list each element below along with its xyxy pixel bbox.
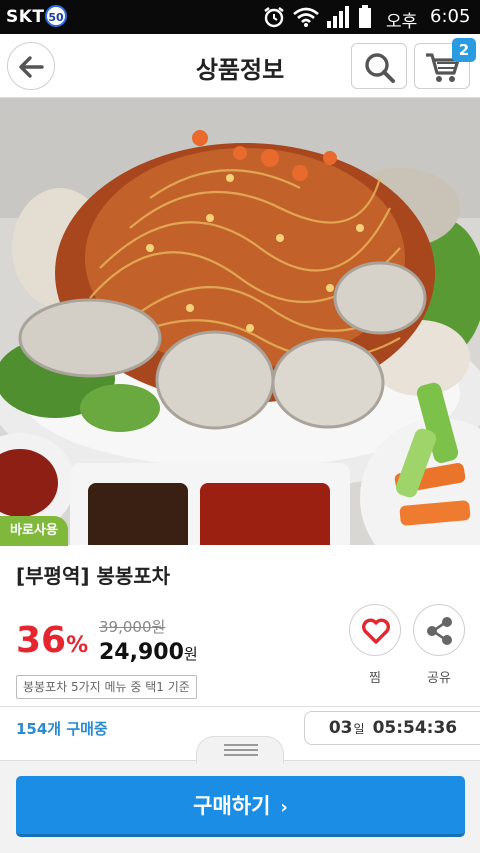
wishlist-label: 찜: [369, 671, 381, 686]
buy-button[interactable]: 구매하기 ›: [16, 776, 465, 837]
countdown-days: 03: [328, 718, 353, 738]
countdown-clock: 05:54:36: [372, 718, 458, 738]
sale-price-value: 24,900: [99, 640, 184, 665]
battery-icon: [359, 5, 371, 28]
menu-lines-icon: [224, 744, 258, 756]
share-icon: [427, 617, 452, 645]
time-period: 오후: [386, 12, 418, 32]
buyer-count: 154개 구매중: [16, 720, 108, 738]
discount-rate: 36%: [16, 620, 88, 661]
discount-value: 36: [16, 620, 67, 661]
chevron-right-icon: ›: [280, 797, 288, 818]
wishlist-button[interactable]: [349, 604, 401, 656]
food-photo: [0, 98, 480, 545]
heart-icon: [362, 618, 390, 644]
instant-use-badge: 바로사용: [0, 516, 68, 546]
notification-badge: 50: [45, 5, 67, 27]
discount-unit: %: [66, 633, 89, 658]
sale-price-unit: 원: [183, 645, 198, 663]
status-icons: [262, 4, 372, 30]
countdown-days-unit: 일: [353, 722, 365, 736]
search-icon: [365, 53, 395, 83]
carrier-label: SKT: [6, 7, 45, 27]
page-title: 상품정보: [195, 56, 285, 84]
divider: [0, 706, 480, 707]
share-button[interactable]: [413, 604, 465, 656]
countdown-timer: 03일 05:54:36: [304, 711, 480, 745]
app-header: 상품정보: [0, 34, 480, 98]
product-image[interactable]: [0, 98, 480, 545]
price-note: 봉봉포차 5가지 메뉴 중 택1 기준: [16, 675, 197, 699]
share-label: 공유: [427, 671, 451, 686]
clock: 6:05: [430, 6, 471, 27]
countdown-text: 03일 05:54:36: [305, 718, 480, 738]
alarm-icon: [264, 7, 284, 28]
buy-button-label: 구매하기: [193, 794, 271, 818]
search-button[interactable]: [351, 43, 407, 89]
signal-icon: [327, 6, 349, 28]
status-bar: SKT 50 오후 6:05: [0, 0, 480, 34]
sale-price: 24,900원: [99, 640, 198, 665]
wifi-icon: [293, 7, 319, 27]
product-name: [부평역] 봉봉포차: [16, 564, 171, 588]
cart-count-badge: 2: [452, 38, 476, 62]
original-price: 39,000원: [99, 618, 166, 636]
